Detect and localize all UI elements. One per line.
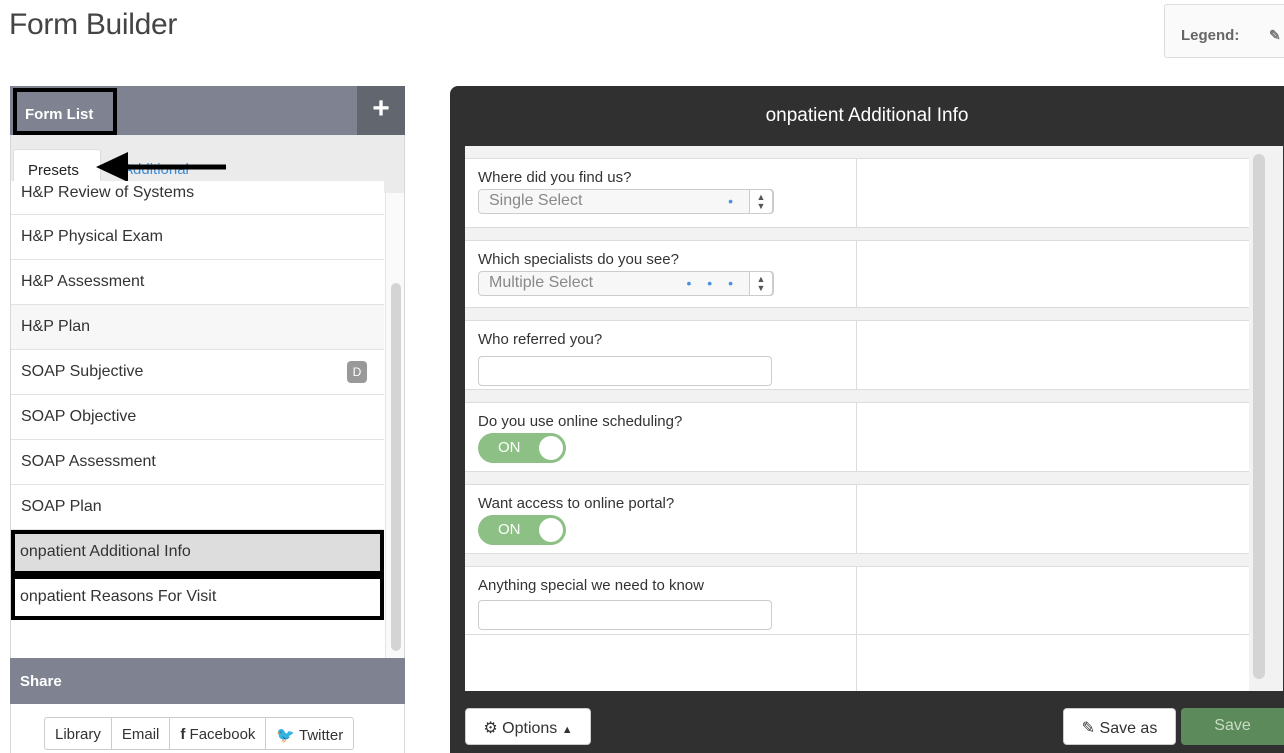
editor-title: onpatient Additional Info <box>765 105 969 126</box>
arrow-annotation-icon <box>96 152 226 182</box>
form-field-row[interactable]: Do you use online scheduling? ON <box>465 402 1249 472</box>
form-field-row[interactable]: Anything special we need to know <box>465 566 1249 636</box>
add-form-button[interactable]: + <box>357 86 405 135</box>
gear-icon: ⚙ <box>483 720 498 737</box>
form-field-row[interactable]: Where did you find us? Single Select • ▲… <box>465 158 1249 228</box>
facebook-label: Facebook <box>189 726 256 743</box>
pencil-icon: ✎ <box>1081 720 1096 737</box>
list-item[interactable]: H&P Review of Systems <box>11 181 384 215</box>
form-list-title: Form List <box>13 88 117 135</box>
toggle-knob <box>539 436 563 460</box>
field-label: Where did you find us? <box>478 169 632 186</box>
single-select[interactable]: Single Select • ▲ ▼ <box>478 189 774 214</box>
dots-icon: • • • <box>686 275 739 291</box>
form-editor: onpatient Additional Info Where did you … <box>450 86 1284 753</box>
caret-up-icon: ▲ <box>561 724 573 736</box>
twitter-label: Twitter <box>299 727 344 744</box>
default-badge: D <box>347 361 367 383</box>
legend: Legend: ✎ <box>1164 4 1284 58</box>
form-list-panel: Form List + Additional Presets H&P Revie… <box>10 86 405 753</box>
list-item[interactable]: SOAP Subjective D <box>11 350 384 395</box>
list-item[interactable]: SOAP Objective <box>11 395 384 440</box>
options-button[interactable]: ⚙ Options ▲ <box>465 708 591 745</box>
field-label: Do you use online scheduling? <box>478 413 683 430</box>
list-item-selected[interactable]: onpatient Additional Info <box>11 530 384 575</box>
field-label: Want access to online portal? <box>478 495 675 512</box>
email-button[interactable]: Email <box>110 717 171 750</box>
list-item[interactable]: SOAP Plan <box>11 485 384 530</box>
dots-icon: • <box>728 193 739 209</box>
select-stepper-icon[interactable]: ▲ ▼ <box>749 189 773 214</box>
list-item[interactable]: SOAP Assessment <box>11 440 384 485</box>
form-field-row[interactable]: Who referred you? <box>465 320 1249 390</box>
field-label: Anything special we need to know <box>478 577 704 594</box>
library-button[interactable]: Library <box>44 717 112 750</box>
facebook-icon: f <box>180 726 186 743</box>
multiple-select[interactable]: Multiple Select • • • ▲ ▼ <box>478 271 774 296</box>
share-header: Share <box>10 658 405 704</box>
share-row: Library Email f Facebook 🐦 Twitter <box>10 704 405 753</box>
special-notes-input[interactable] <box>478 600 772 630</box>
form-list-header: Form List + <box>10 86 405 135</box>
pencil-icon: ✎ <box>1269 27 1281 43</box>
list-item[interactable]: onpatient Reasons For Visit <box>11 575 384 620</box>
select-stepper-icon[interactable]: ▲ ▼ <box>749 271 773 296</box>
list-item[interactable]: H&P Physical Exam <box>11 215 384 260</box>
field-label: Who referred you? <box>478 331 603 348</box>
facebook-button[interactable]: f Facebook <box>169 717 267 750</box>
save-button[interactable]: Save <box>1181 708 1284 745</box>
form-field-row[interactable]: Want access to online portal? ON <box>465 484 1249 554</box>
twitter-icon: 🐦 <box>276 727 296 744</box>
save-as-button[interactable]: ✎ Save as <box>1063 708 1176 745</box>
portal-toggle[interactable]: ON <box>478 515 566 545</box>
twitter-button[interactable]: 🐦 Twitter <box>265 717 355 750</box>
toggle-knob <box>539 518 563 542</box>
scheduling-toggle[interactable]: ON <box>478 433 566 463</box>
list-item[interactable]: H&P Plan <box>11 305 384 350</box>
legend-label: Legend: <box>1181 27 1240 44</box>
empty-field-row <box>465 634 1249 691</box>
canvas-scrollbar[interactable] <box>1253 154 1265 679</box>
field-label: Which specialists do you see? <box>478 251 679 268</box>
list-item[interactable]: H&P Assessment <box>11 260 384 305</box>
page-title: Form Builder <box>9 8 178 41</box>
scrollbar-thumb[interactable] <box>391 283 401 651</box>
form-field-row[interactable]: Which specialists do you see? Multiple S… <box>465 240 1249 308</box>
referred-by-input[interactable] <box>478 356 772 386</box>
form-canvas: Where did you find us? Single Select • ▲… <box>465 146 1283 691</box>
